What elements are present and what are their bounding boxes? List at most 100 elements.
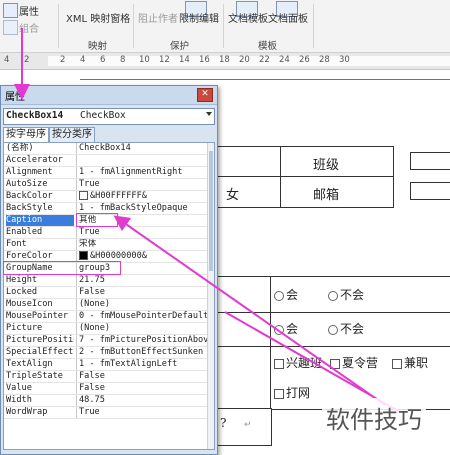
xml-mapping-pane-button[interactable]: XML 映射窗格	[66, 10, 130, 25]
property-value[interactable]: 宋体	[79, 239, 207, 250]
class-input-box[interactable]	[410, 152, 450, 170]
property-value[interactable]: False	[79, 371, 207, 382]
property-row[interactable]: Locked False	[4, 287, 214, 299]
radio-no[interactable]: 不会	[328, 320, 364, 337]
property-value[interactable]: 21.75	[79, 275, 207, 286]
ruler-mark: 30	[339, 55, 350, 65]
property-value[interactable]: CheckBox14	[79, 143, 207, 154]
column-divider	[76, 395, 77, 406]
property-value[interactable]: 7 - fmPicturePositionAboveCe	[79, 335, 207, 346]
property-name: TripleState	[6, 371, 63, 381]
radio-circle-icon[interactable]	[274, 324, 284, 335]
object-selector-dropdown[interactable]: CheckBox14 CheckBox	[3, 108, 215, 125]
property-row[interactable]: BackColor &H00FFFFFF&	[4, 191, 214, 203]
close-icon[interactable]: ✕	[197, 88, 213, 102]
class-label: 班级	[313, 158, 340, 173]
checkbox-icon[interactable]	[392, 358, 402, 369]
ruler-mark: 2	[60, 55, 66, 65]
property-row[interactable]: Height 21.75	[4, 275, 214, 287]
combine-button[interactable]: 组合	[19, 20, 39, 35]
ruler-mark: 4	[80, 55, 86, 65]
table-cell[interactable]	[216, 312, 272, 348]
property-row[interactable]: Width 48.75	[4, 395, 214, 407]
female-option[interactable]: 女	[226, 184, 239, 203]
document-panel-button[interactable]: 文档面板	[268, 10, 308, 25]
property-value[interactable]: (None)	[79, 299, 207, 310]
ruler-mark: 20	[239, 55, 250, 65]
property-row[interactable]: AutoSize True	[4, 179, 214, 191]
property-row[interactable]: Picture (None)	[4, 323, 214, 335]
property-row[interactable]: Value False	[4, 383, 214, 395]
property-value[interactable]: 48.75	[79, 395, 207, 406]
column-divider	[76, 371, 77, 382]
checkbox-icon[interactable]	[274, 358, 284, 369]
property-value[interactable]: 1 - fmAlignmentRight	[79, 167, 207, 178]
property-name: BackColor	[6, 191, 53, 201]
checkbox-summer-camp[interactable]: 夏令营	[330, 354, 378, 371]
property-name: MousePointer	[6, 311, 69, 321]
property-row[interactable]: MouseIcon (None)	[4, 299, 214, 311]
grid-scrollbar[interactable]	[207, 143, 214, 449]
property-value[interactable]: False	[79, 287, 207, 298]
property-value[interactable]: False	[79, 383, 207, 394]
property-grid[interactable]: WordWrap True Width 48.75 Value False TripleSt…	[3, 142, 215, 450]
horizontal-ruler[interactable]: 4 2 2 4 6 8 10 12 14 16 18 20 22 24 26 2…	[0, 53, 450, 70]
property-value[interactable]: &H00FFFFFF&	[79, 191, 207, 202]
property-value[interactable]: True	[79, 227, 207, 238]
table-cell[interactable]	[216, 146, 282, 178]
radio-circle-icon[interactable]	[328, 290, 338, 301]
property-name: Enabled	[6, 227, 43, 237]
checkbox-work[interactable]: 打网	[274, 384, 310, 401]
property-value[interactable]: 2 - fmButtonEffectSunken	[79, 347, 207, 358]
property-row[interactable]: Alignment 1 - fmAlignmentRight	[4, 167, 214, 179]
property-row[interactable]: Accelerator	[4, 155, 214, 167]
scrollbar-thumb[interactable]	[209, 151, 213, 271]
restrict-authors-button[interactable]: 阻止作者	[138, 10, 178, 25]
properties-button[interactable]: 属性	[19, 3, 39, 18]
checkbox-icon[interactable]	[274, 388, 284, 399]
property-value[interactable]: True	[79, 407, 207, 418]
properties-icon[interactable]	[3, 3, 18, 18]
caption-highlight-box	[76, 213, 118, 227]
tab-alphabetic[interactable]: 按字母序	[3, 127, 49, 142]
radio-circle-icon[interactable]	[328, 324, 338, 335]
radio-circle-icon[interactable]	[274, 290, 284, 301]
property-value[interactable]: (None)	[79, 323, 207, 334]
column-divider	[76, 335, 77, 346]
restrict-editing-button[interactable]: 限制编辑	[179, 10, 219, 25]
property-value[interactable]: 1 - fmTextAlignLeft	[79, 359, 207, 370]
combine-icon[interactable]	[3, 20, 18, 35]
property-value[interactable]: True	[79, 179, 207, 190]
property-row[interactable]: Font 宋体	[4, 239, 214, 251]
property-name: PicturePosition	[6, 335, 74, 345]
property-value[interactable]: 0 - fmMousePointerDefault	[79, 311, 207, 322]
group-separator	[313, 4, 314, 48]
properties-title-bar[interactable]: 属性 ✕	[1, 86, 217, 105]
table-cell[interactable]	[216, 276, 272, 314]
radio-yes[interactable]: 会	[274, 320, 298, 337]
object-type: CheckBox	[80, 110, 126, 121]
property-row[interactable]: SpecialEffect 2 - fmButtonEffectSunken	[4, 347, 214, 359]
property-row[interactable]: PicturePosition 7 - fmPicturePositionAbov…	[4, 335, 214, 347]
checkbox-interest-class[interactable]: 兴趣班	[274, 354, 322, 371]
chevron-down-icon[interactable]	[206, 112, 212, 116]
ruler-mark: 28	[319, 55, 330, 65]
tab-categorized[interactable]: 按分类序	[49, 127, 95, 142]
property-value-text: &H00FFFFFF&	[90, 191, 147, 201]
property-row[interactable]: TextAlign 1 - fmTextAlignLeft	[4, 359, 214, 371]
radio-no[interactable]: 不会	[328, 286, 364, 303]
properties-title: 属性	[5, 92, 25, 103]
checkbox-icon[interactable]	[330, 358, 340, 369]
property-row[interactable]: (名称) CheckBox14	[4, 143, 214, 155]
property-row[interactable]: WordWrap True	[4, 407, 214, 419]
radio-yes[interactable]: 会	[274, 286, 298, 303]
document-template-button[interactable]: 文档模板	[228, 10, 268, 25]
checkbox-part-time[interactable]: 兼职	[392, 354, 428, 371]
property-row[interactable]: Enabled True	[4, 227, 214, 239]
table-cell[interactable]	[216, 346, 272, 410]
column-divider	[76, 179, 77, 190]
property-row[interactable]: TripleState False	[4, 371, 214, 383]
mailbox-input-box[interactable]	[410, 182, 450, 200]
property-row[interactable]: MousePointer 0 - fmMousePointerDefault	[4, 311, 214, 323]
column-divider	[76, 287, 77, 298]
